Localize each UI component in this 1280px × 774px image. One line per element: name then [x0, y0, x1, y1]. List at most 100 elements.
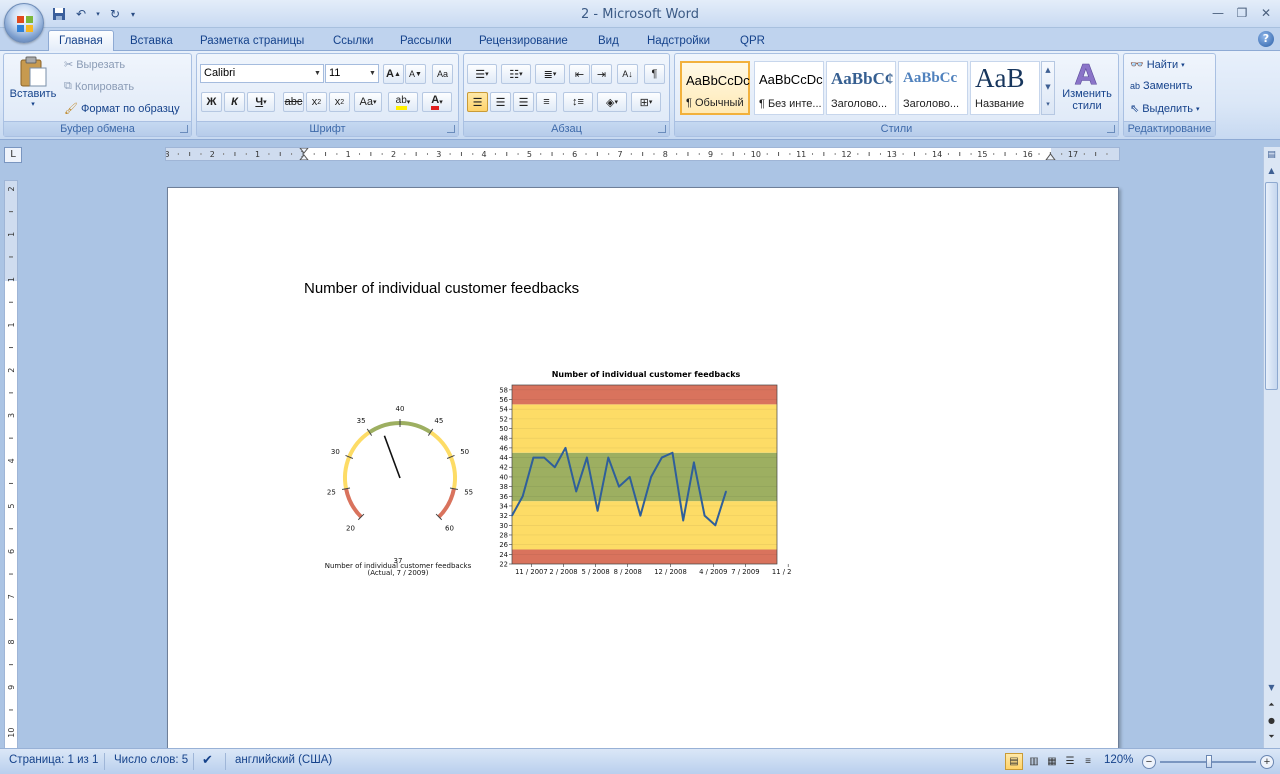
bullets-button[interactable]: ☰ ▾: [467, 64, 497, 84]
show-marks-button[interactable]: ¶: [644, 64, 665, 84]
dialog-launcher-icon[interactable]: [447, 125, 455, 133]
increase-indent-button[interactable]: ⇥: [591, 64, 612, 84]
restore-icon[interactable]: ❐: [1230, 4, 1254, 22]
bold-button[interactable]: Ж: [201, 92, 222, 112]
sort-button[interactable]: A↓: [617, 64, 638, 84]
style-heading1[interactable]: AaBbC¢ Заголово...: [826, 61, 896, 115]
horizontal-ruler[interactable]: 3 2 1 1 1 2 3 4 5 6 7 8 9 10 11 12 13 14 15 16 17: [165, 147, 1120, 161]
style-title[interactable]: AaB Название: [970, 61, 1040, 115]
ruler-number: 10: [751, 150, 761, 159]
shading-button[interactable]: ◈ ▾: [597, 92, 627, 112]
help-icon[interactable]: ?: [1258, 31, 1274, 47]
gauge-tick-label: 55: [464, 489, 473, 497]
zoom-level[interactable]: 120%: [1104, 754, 1133, 766]
brush-icon: 🖌: [64, 103, 78, 115]
justify-button[interactable]: ≡: [536, 92, 557, 112]
subscript-button[interactable]: x2: [306, 92, 327, 112]
scroll-thumb[interactable]: [1265, 182, 1278, 390]
chevron-down-icon[interactable]: ▼: [312, 65, 323, 82]
decrease-indent-button[interactable]: ⇤: [569, 64, 590, 84]
find-button[interactable]: 👓 Найти ▾: [1130, 58, 1185, 72]
shrink-font-button[interactable]: A ▼: [405, 64, 426, 84]
tab-insert[interactable]: Вставка: [120, 30, 183, 51]
line-spacing-button[interactable]: ↕≡: [563, 92, 593, 112]
select-button[interactable]: ⇖ Выделить ▾: [1130, 102, 1199, 116]
styles-scroll[interactable]: ▲ ▼ ▾: [1041, 61, 1055, 115]
dialog-launcher-icon[interactable]: [180, 125, 188, 133]
paste-dropdown-icon[interactable]: ▾: [31, 100, 35, 108]
font-color-button[interactable]: A ▾: [422, 92, 452, 112]
dialog-launcher-icon[interactable]: [1107, 125, 1115, 133]
format-painter-button[interactable]: 🖌 Формат по образцу: [64, 102, 180, 116]
change-case-button[interactable]: Aa ▾: [354, 92, 382, 112]
tab-review[interactable]: Рецензирование: [469, 30, 578, 51]
outline-view-icon[interactable]: ☰: [1062, 753, 1078, 770]
gauge-chart[interactable]: 202530354045505560 37 Number of individu…: [318, 392, 478, 582]
office-button[interactable]: [4, 3, 44, 43]
ruler-number: 6: [572, 150, 577, 159]
view-ruler-icon[interactable]: ▤: [1265, 150, 1278, 162]
chart-data-point: [618, 485, 620, 488]
cut-button[interactable]: ✂ Вырезать: [64, 58, 125, 72]
clear-formatting-button[interactable]: Aa: [432, 64, 453, 84]
web-layout-icon[interactable]: ▦: [1044, 753, 1060, 770]
minimize-icon[interactable]: —: [1206, 4, 1230, 22]
previous-page-icon[interactable]: ⏶: [1265, 700, 1278, 712]
next-page-icon[interactable]: ⏷: [1265, 732, 1278, 744]
document-heading[interactable]: Number of individual customer feedbacks: [304, 280, 579, 297]
tab-references[interactable]: Ссылки: [323, 30, 384, 51]
dialog-launcher-icon[interactable]: [658, 125, 666, 133]
replace-button[interactable]: ab Заменить: [1130, 80, 1192, 92]
vertical-ruler[interactable]: 2 1 1 1 2 3 4 5 6 7 8 9 10: [4, 180, 18, 750]
font-name-combo[interactable]: Calibri ▼: [200, 64, 324, 83]
page-count-status[interactable]: Страница: 1 из 1: [9, 754, 98, 766]
copy-button[interactable]: ⧉ Копировать: [64, 80, 134, 93]
scroll-down-icon[interactable]: ▼: [1265, 683, 1278, 695]
highlight-button[interactable]: ab ▾: [388, 92, 418, 112]
line-chart[interactable]: Number of individual customer feedbacks …: [492, 366, 792, 582]
zoom-slider-thumb[interactable]: [1206, 755, 1212, 768]
more-styles-icon[interactable]: ▾: [1042, 96, 1054, 113]
tab-addins[interactable]: Надстройки: [637, 30, 720, 51]
chevron-up-icon[interactable]: ▲: [1042, 62, 1054, 79]
tab-mailings[interactable]: Рассылки: [390, 30, 462, 51]
select-browse-object-icon[interactable]: ●: [1265, 716, 1278, 728]
scroll-up-icon[interactable]: ▲: [1265, 166, 1278, 178]
chevron-down-icon[interactable]: ▼: [367, 65, 378, 82]
grow-font-button[interactable]: A ▲: [383, 64, 404, 84]
style-heading2[interactable]: AaBbCc Заголово...: [898, 61, 968, 115]
tab-view[interactable]: Вид: [588, 30, 629, 51]
chart-data-point: [714, 524, 717, 527]
align-left-icon: ☰: [472, 96, 483, 109]
superscript-button[interactable]: x2: [329, 92, 350, 112]
font-size-combo[interactable]: 11 ▼: [325, 64, 379, 83]
align-right-button[interactable]: ☰: [513, 92, 534, 112]
borders-button[interactable]: ⊞ ▾: [631, 92, 661, 112]
change-styles-button[interactable]: A Изменить стили: [1058, 58, 1116, 120]
numbering-button[interactable]: ☷ ▾: [501, 64, 531, 84]
print-layout-icon[interactable]: ▤: [1005, 753, 1023, 770]
spelling-check-icon[interactable]: ✔: [202, 752, 213, 768]
align-center-button[interactable]: ☰: [490, 92, 511, 112]
paste-button[interactable]: Вставить ▾: [8, 56, 58, 118]
language-status[interactable]: английский (США): [235, 754, 332, 766]
tab-qpr[interactable]: QPR: [730, 30, 775, 51]
tab-selector-button[interactable]: L: [4, 147, 22, 163]
strikethrough-button[interactable]: abc: [283, 92, 304, 112]
style-normal[interactable]: AaBbCcDc ¶ Обычный: [680, 61, 750, 115]
zoom-out-icon[interactable]: −: [1142, 755, 1156, 769]
ruler-number: 2: [210, 150, 215, 159]
align-left-button[interactable]: ☰: [467, 92, 488, 112]
word-count-status[interactable]: Число слов: 5: [114, 754, 188, 766]
style-no-spacing[interactable]: AaBbCcDc ¶ Без инте...: [754, 61, 824, 115]
tab-page-layout[interactable]: Разметка страницы: [190, 30, 314, 51]
draft-view-icon[interactable]: ≡: [1080, 753, 1096, 770]
chevron-down-icon[interactable]: ▼: [1042, 79, 1054, 96]
tab-home[interactable]: Главная: [48, 30, 114, 51]
underline-button[interactable]: Ч ▾: [247, 92, 275, 112]
close-icon[interactable]: ✕: [1254, 4, 1278, 22]
italic-button[interactable]: К: [224, 92, 245, 112]
full-screen-reading-icon[interactable]: ▥: [1026, 753, 1042, 770]
multilevel-list-button[interactable]: ≣ ▾: [535, 64, 565, 84]
zoom-in-icon[interactable]: +: [1260, 755, 1274, 769]
